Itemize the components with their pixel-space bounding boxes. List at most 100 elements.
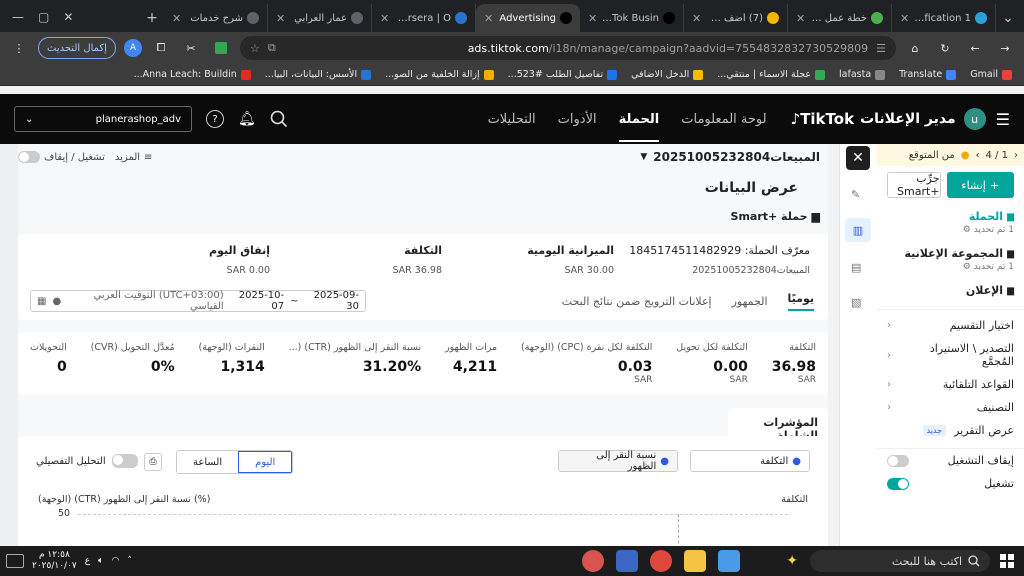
sidebar-menu-item[interactable]: التصنيف ‹	[877, 396, 1024, 419]
chrome-app-icon-2[interactable]	[582, 550, 605, 572]
close-window-icon[interactable]: ✕	[63, 10, 73, 24]
metric-card[interactable]: التحويلات 0	[30, 342, 67, 375]
notification-bell-icon[interactable]: 🔔︎	[238, 111, 256, 127]
browser-tab[interactable]: خطة عمل جاه ✕	[788, 4, 892, 32]
bookmark-item[interactable]: عجلة الاسماء | منتقي...	[717, 69, 826, 80]
browser-tab[interactable]: TikTok Busin ✕	[580, 4, 684, 32]
capcut-extension-icon[interactable]: ✂	[180, 37, 202, 59]
series-ctr-select[interactable]: ● نسبة النقر إلى الظهور	[558, 450, 678, 472]
detail-analysis-toggle[interactable]: التحليل التفصيلي	[36, 454, 138, 468]
menu-dots-icon[interactable]: ⋮	[8, 37, 30, 59]
bookmark-item[interactable]: الدخل الاضافي	[631, 69, 704, 80]
metric-card[interactable]: التكلفة لكل تحويل 0.00 SAR	[676, 342, 748, 385]
extensions-puzzle-icon[interactable]: ⧠	[150, 37, 172, 59]
close-panel-button[interactable]: ✕	[846, 146, 870, 170]
document-icon[interactable]: ▤	[851, 261, 865, 275]
tab-close-icon[interactable]: ✕	[692, 12, 701, 25]
chevron-left-icon[interactable]: ›	[976, 150, 980, 161]
toggle-switch[interactable]	[18, 151, 40, 163]
chrome-profile-icon[interactable]	[616, 550, 639, 572]
tab-close-icon[interactable]: ✕	[484, 12, 493, 25]
profile-avatar[interactable]: A	[123, 39, 142, 57]
chart-icon[interactable]: ▧	[851, 296, 865, 310]
tab-close-icon[interactable]: ✕	[796, 12, 805, 25]
tree-item[interactable]: ▆ الإعلان	[887, 278, 1014, 303]
panel-tab[interactable]: إعلانات الترويج ضمن نتائج البحث	[562, 295, 712, 308]
tab-close-icon[interactable]: ✕	[900, 12, 909, 25]
site-info-icon[interactable]: ☰	[876, 42, 886, 55]
notification-icon[interactable]	[6, 554, 24, 568]
nav-item[interactable]: لوحة المعلومات	[681, 112, 766, 127]
edge-app-icon[interactable]	[718, 550, 741, 572]
run-item[interactable]: تشغيل	[877, 472, 1024, 495]
metric-card[interactable]: نسبة النقر إلى الظهور (CTR) (... 31.20%	[289, 342, 422, 375]
tray-chevron-icon[interactable]: ˄	[127, 556, 132, 567]
tab-close-icon[interactable]: ✕	[380, 12, 389, 25]
detail-switch[interactable]	[111, 454, 138, 468]
chevron-right-icon[interactable]: ‹	[1014, 150, 1018, 161]
browser-tab[interactable]: 1 notification✕	[892, 4, 996, 32]
download-icon[interactable]: ⎙	[144, 453, 162, 471]
bookmark-item[interactable]: إزالة الخلفية من الصو...	[385, 69, 494, 80]
copilot-sparkle-icon[interactable]: ✦	[786, 553, 798, 569]
more-button[interactable]: ≡ المزيد	[115, 152, 153, 163]
install-app-icon[interactable]: ⧉	[268, 41, 276, 55]
taskbar-search[interactable]: اكتب هنا للبحث	[810, 550, 990, 572]
metric-card[interactable]: النقرات (الوجهة) 1,314	[199, 342, 265, 375]
address-bar[interactable]: ☆ ⧉ ads.tiktok.com/i18n/manage/campaign?…	[239, 36, 896, 60]
update-button[interactable]: إكمال التحديث	[38, 37, 116, 59]
browser-tab[interactable]: عمار العرابي ✕	[268, 4, 372, 32]
date-range-picker[interactable]: 2025-09-30 ~ 2025-10-07 (UTC+03:00) التو…	[30, 290, 366, 312]
metric-card[interactable]: التكلفة 36.98 SAR	[772, 342, 816, 385]
nav-item[interactable]: الأدوات	[558, 112, 597, 127]
maximize-icon[interactable]: ▢	[38, 10, 49, 24]
sidebar-menu-item[interactable]: التصدير \ الاستيراد المُجمَّع ‹	[877, 337, 1024, 373]
bookmark-item[interactable]: الأسس: البيانات، البيا...	[265, 69, 372, 80]
home-icon[interactable]: ⌂	[904, 37, 926, 59]
sidebar-menu-item[interactable]: القواعد التلقائية ‹	[877, 373, 1024, 396]
browser-tab[interactable]: شرح خدمات ✕	[164, 4, 268, 32]
reload-icon[interactable]: ↻	[934, 37, 956, 59]
account-selector[interactable]: ⌄ planerashop_adv	[14, 106, 192, 132]
tree-item[interactable]: ▆ الحملة 1 تم تحديد ⚙	[887, 204, 1014, 241]
browser-tab[interactable]: (7) أضف خدم ✕	[684, 4, 788, 32]
minimize-icon[interactable]: —	[12, 10, 24, 24]
bookmark-item[interactable]: تفاصيل الطلب #523...	[508, 69, 618, 80]
tab-close-icon[interactable]: ✕	[276, 12, 285, 25]
pause-item[interactable]: إيقاف التشغيل	[877, 449, 1024, 472]
granularity-hour[interactable]: الساعة	[177, 451, 238, 473]
search-icon[interactable]	[270, 110, 288, 128]
volume-icon[interactable]: 🔈︎	[98, 556, 103, 567]
pause-switch[interactable]	[887, 454, 909, 467]
extension-green-icon[interactable]	[210, 37, 232, 59]
back-icon[interactable]: →	[994, 37, 1016, 59]
file-explorer-icon[interactable]	[684, 550, 707, 572]
sidebar-menu-item[interactable]: اختيار التقسيم ‹	[877, 314, 1024, 337]
edit-icon[interactable]: ✎	[851, 188, 865, 202]
bookmark-item[interactable]: Anna Leach: Buildin...	[134, 69, 251, 80]
language-indicator[interactable]: ع	[85, 556, 90, 567]
tab-close-icon[interactable]: ✕	[172, 12, 181, 25]
bookmark-star-icon[interactable]: ☆	[250, 42, 260, 55]
gear-icon[interactable]: ⚙	[963, 262, 971, 272]
chrome-app-icon[interactable]	[650, 550, 673, 572]
series-cost-select[interactable]: ● التكلفة	[690, 450, 810, 472]
tab-close-icon[interactable]: ✕	[588, 12, 597, 25]
windows-start-icon[interactable]	[996, 550, 1018, 572]
user-avatar[interactable]: u	[963, 108, 986, 130]
browser-tab[interactable]: Coursera | O ✕	[372, 4, 476, 32]
clock[interactable]: ١٢:٥٨ م ٢٠٢٥/١٠/٠٧	[32, 550, 77, 572]
granularity-day[interactable]: اليوم	[238, 451, 293, 473]
gear-icon[interactable]: ⚙	[963, 225, 971, 235]
metric-card[interactable]: مُعدَّل التحويل (CVR) 0%	[91, 342, 175, 375]
panel-tab[interactable]: يوميًا	[787, 292, 814, 311]
try-smart-button[interactable]: جرِّب +Smart	[887, 172, 941, 198]
browser-tab[interactable]: Advertising ✕	[476, 4, 580, 32]
help-icon[interactable]: ?	[206, 110, 224, 128]
create-button[interactable]: + إنشاء	[946, 172, 1014, 198]
data-view-icon[interactable]: ▥	[845, 218, 871, 242]
nav-item[interactable]: الحملة	[618, 112, 659, 142]
bookmark-item[interactable]: Translate	[899, 69, 957, 80]
metric-card[interactable]: مرات الظهور 4,211	[445, 342, 497, 375]
metric-card[interactable]: التكلفة لكل نقرة (CPC) (الوجهة) 0.03 SAR	[521, 342, 652, 385]
